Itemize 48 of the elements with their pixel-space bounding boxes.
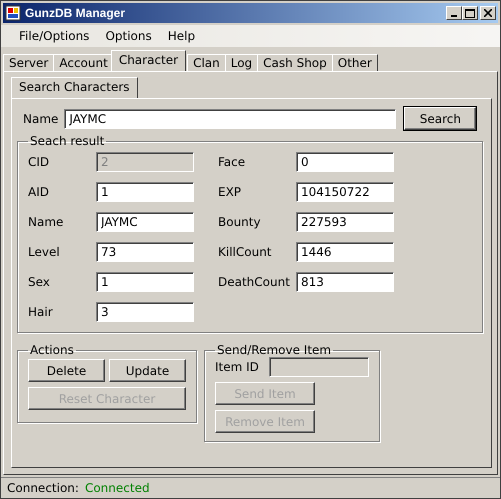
input-field[interactable]: 1 [96,182,194,202]
field-label: DeathCount [218,275,291,289]
menu-item[interactable]: Help [160,27,204,45]
close-button[interactable] [480,6,496,20]
group-title: Seach result [29,134,106,148]
menu-item[interactable]: File/Options [11,27,98,45]
tab[interactable]: Character [110,50,186,71]
tab[interactable]: Server [3,54,54,71]
field-label: EXP [218,185,242,199]
input-field[interactable]: 104150722 [296,182,394,202]
field-label: Bounty [218,215,262,229]
field-label: Hair [28,305,54,319]
input-field[interactable]: 1 [96,272,194,292]
search-button[interactable]: Search [404,107,476,130]
group-title: Actions [29,343,75,357]
app-icon [5,5,21,21]
input-field[interactable]: 1446 [296,242,394,262]
field-label: Item ID [215,360,259,374]
field-label: Sex [28,275,51,289]
input-field[interactable]: 0 [296,152,394,172]
tab[interactable]: Log [224,54,258,71]
field-label: KillCount [218,245,273,259]
minimize-button[interactable] [446,6,462,20]
tab[interactable]: Other [332,54,378,71]
field-label: Name [28,215,64,229]
action-button[interactable]: Update [109,359,186,382]
close-icon [484,9,492,17]
field-label: Level [28,245,61,259]
action-button[interactable]: Delete [28,359,105,382]
maximize-icon [465,8,475,18]
menu-item[interactable]: Options [97,27,160,45]
maximize-button[interactable] [462,6,478,20]
field-label: AID [28,185,50,199]
tab[interactable]: Cash Shop [257,54,333,71]
tab[interactable]: Account [53,54,114,71]
connection-status: Connected [84,481,150,495]
field-label: CID [28,155,50,169]
input-field[interactable]: 73 [96,242,194,262]
status-label: Connection: [7,481,79,495]
input-field[interactable]: 227593 [296,212,394,232]
window-title: GunzDB Manager [25,6,126,20]
input-field[interactable]: 3 [96,302,194,322]
field-label: Name [23,112,58,126]
tab[interactable]: Clan [187,54,226,71]
group-title: Send/Remove Item [216,343,332,357]
field-label: Face [218,155,246,169]
tab[interactable]: Search Characters [11,77,138,98]
input-field[interactable]: 813 [296,272,394,292]
